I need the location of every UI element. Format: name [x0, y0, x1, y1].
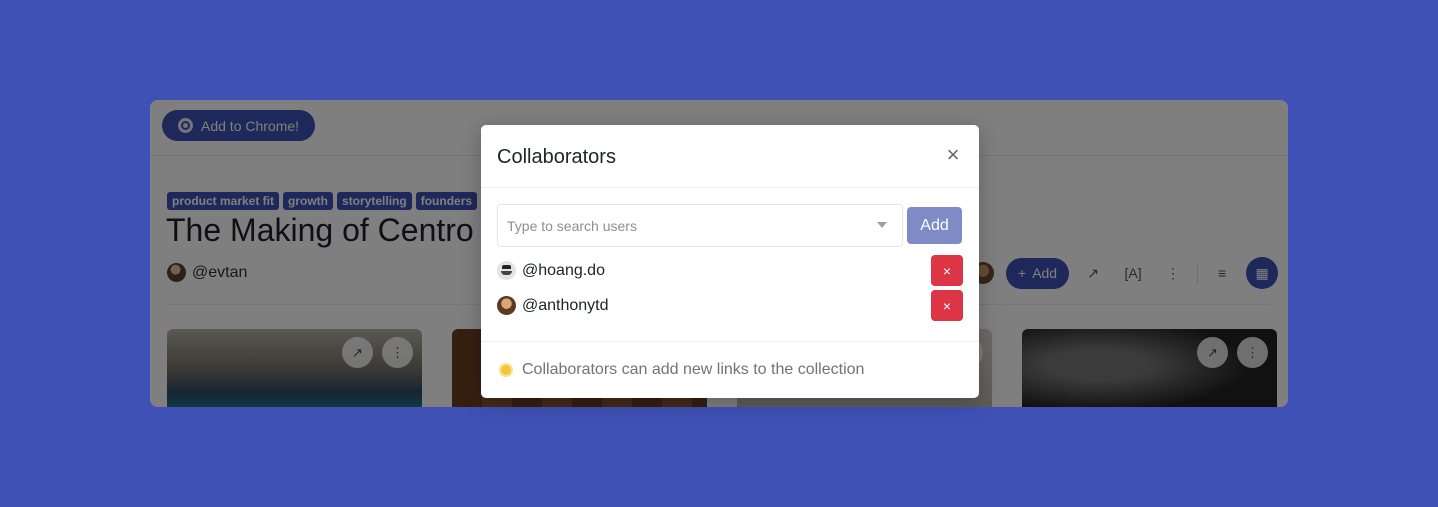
sun-icon	[498, 362, 514, 378]
avatar	[497, 296, 516, 315]
note-text: Collaborators can add new links to the c…	[522, 361, 865, 378]
add-collaborator-button[interactable]: Add	[907, 207, 962, 244]
collaborators-modal: Collaborators × Add @hoang.do × @anthony…	[481, 125, 979, 398]
collaborator-item: @anthonytd	[497, 296, 609, 315]
collaborator-handle: @anthonytd	[522, 296, 609, 314]
modal-header: Collaborators ×	[481, 125, 979, 188]
modal-footer: Collaborators can add new links to the c…	[481, 341, 979, 398]
remove-collaborator-button[interactable]: ×	[931, 255, 963, 286]
user-search-input[interactable]	[498, 205, 858, 246]
avatar	[497, 261, 516, 280]
user-search-select[interactable]	[497, 204, 903, 247]
collaborator-item: @hoang.do	[497, 261, 605, 280]
remove-collaborator-button[interactable]: ×	[931, 290, 963, 321]
chevron-down-icon[interactable]	[877, 222, 887, 228]
modal-title: Collaborators	[497, 146, 616, 168]
close-icon[interactable]: ×	[943, 142, 963, 167]
collaborators-note: Collaborators can add new links to the c…	[498, 361, 864, 379]
collaborator-handle: @hoang.do	[522, 261, 605, 279]
search-row: Add	[497, 204, 962, 247]
